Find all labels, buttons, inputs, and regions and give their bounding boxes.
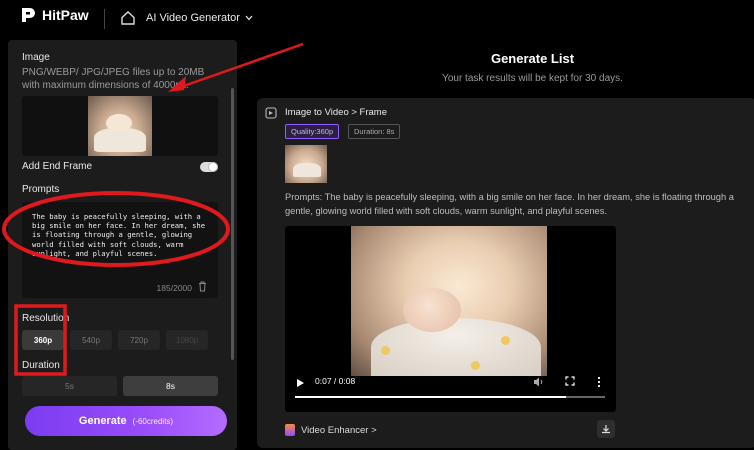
image-upload-area[interactable]	[22, 96, 218, 156]
resolution-1080p[interactable]: 1080p	[166, 330, 208, 350]
resolution-360p[interactable]: 360p	[22, 330, 64, 350]
task-title: Image to Video > Frame	[285, 107, 388, 118]
video-time: 0:07 / 0:08	[315, 376, 356, 386]
video-progress-fill	[295, 396, 567, 398]
resolution-label: Resolution	[22, 313, 70, 324]
uploaded-image-thumbnail	[88, 96, 152, 156]
char-counter: 185/2000	[156, 283, 192, 293]
end-frame-toggle[interactable]	[200, 162, 218, 172]
resolution-720p[interactable]: 720p	[118, 330, 160, 350]
prompt-text[interactable]: The baby is peacefully sleeping, with a …	[32, 212, 212, 258]
resolution-540p[interactable]: 540p	[70, 330, 112, 350]
video-enhancer-link[interactable]: Video Enhancer >	[285, 424, 377, 436]
video-enhancer-icon	[285, 424, 295, 436]
chevron-down-icon	[245, 15, 253, 21]
hitpaw-logo[interactable]: HitPaw	[20, 6, 89, 24]
home-icon[interactable]	[120, 10, 136, 26]
download-icon	[602, 425, 610, 434]
brand-name: HitPaw	[42, 7, 89, 23]
video-enhancer-label: Video Enhancer >	[301, 424, 377, 436]
generate-list-subtitle: Your task results will be kept for 30 da…	[442, 73, 623, 84]
video-frame	[351, 226, 547, 376]
video-controls: 0:07 / 0:08	[285, 376, 616, 412]
end-frame-label: Add End Frame	[22, 161, 93, 172]
video-player[interactable]: 0:07 / 0:08	[285, 226, 616, 412]
resolution-options: 360p 540p 720p 1080p	[22, 330, 208, 350]
generate-button[interactable]: Generate (-60credits)	[25, 406, 227, 436]
prompts-label: Prompts	[22, 184, 60, 195]
generate-list-title: Generate List	[490, 51, 575, 66]
fullscreen-icon[interactable]	[565, 376, 575, 386]
generate-credits: (-60credits)	[132, 416, 174, 426]
task-card: Image to Video > Frame Quality:360p Dura…	[257, 98, 754, 448]
source-image-thumbnail[interactable]	[285, 145, 327, 183]
duration-options: 5s 8s	[22, 376, 218, 396]
top-bar: HitPaw AI Video Generator	[0, 0, 754, 38]
volume-icon[interactable]	[533, 376, 545, 388]
generate-label: Generate	[78, 415, 127, 427]
divider	[104, 9, 105, 29]
image-to-video-icon	[265, 107, 277, 119]
settings-panel: Image PNG/WEBP/ JPG/JPEG files up to 20M…	[8, 40, 237, 450]
trash-icon[interactable]	[198, 281, 207, 292]
settings-scrollbar[interactable]	[231, 88, 234, 360]
hitpaw-logo-icon	[22, 8, 35, 22]
prompt-textarea[interactable]: The baby is peacefully sleeping, with a …	[22, 202, 218, 298]
duration-8s[interactable]: 8s	[123, 376, 218, 396]
task-prompt: Prompts: The baby is peacefully sleeping…	[285, 192, 734, 216]
video-progress-bar[interactable]	[295, 396, 605, 398]
more-options-icon[interactable]	[597, 376, 601, 388]
play-icon[interactable]	[297, 379, 304, 387]
product-menu-label: AI Video Generator	[146, 12, 240, 24]
product-menu[interactable]: AI Video Generator	[146, 12, 253, 24]
duration-label: Duration	[22, 360, 60, 371]
download-button[interactable]	[597, 420, 615, 438]
duration-badge: Duration: 8s	[348, 124, 401, 139]
quality-badge: Quality:360p	[285, 124, 340, 139]
duration-5s[interactable]: 5s	[22, 376, 117, 396]
